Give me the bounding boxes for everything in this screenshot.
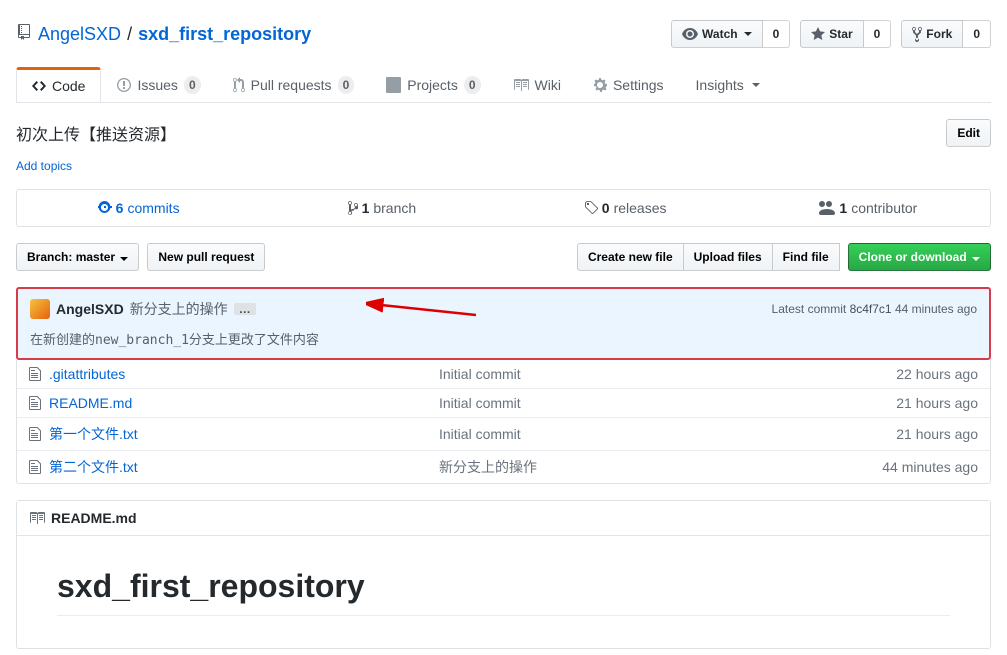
contributors-stat[interactable]: 1 contributor [747,190,990,226]
readme-heading: sxd_first_repository [57,568,950,616]
tab-issues[interactable]: Issues0 [101,68,216,102]
ellipsis-icon[interactable]: … [234,303,256,315]
new-pull-request-button[interactable]: New pull request [147,243,265,271]
readme-box: README.md sxd_first_repository [16,500,991,649]
file-link[interactable]: 第一个文件.txt [49,426,138,442]
readme-filename: README.md [51,510,137,526]
upload-files-button[interactable]: Upload files [683,243,773,271]
file-commit-msg[interactable]: 新分支上的操作 [439,457,882,477]
releases-stat[interactable]: 0 releases [504,190,747,226]
repo-description: 初次上传【推送资源】 [16,121,176,145]
repo-title: AngelSXD / sxd_first_repository [16,24,311,45]
file-list: .gitattributesInitial commit22 hours ago… [16,360,991,484]
file-commit-msg[interactable]: Initial commit [439,395,896,411]
book-icon [29,510,45,526]
fork-count[interactable]: 0 [963,20,991,48]
file-icon [29,395,49,411]
commit-description: 在新创建的new_branch_1分支上更改了文件内容 [30,329,977,348]
repo-nav: Code Issues0 Pull requests0 Projects0 Wi… [16,68,991,103]
file-age: 21 hours ago [896,426,978,442]
file-link[interactable]: README.md [49,395,132,411]
repo-icon [16,24,32,45]
star-group[interactable]: Star 0 [800,20,891,48]
repo-link[interactable]: sxd_first_repository [138,24,311,45]
commits-stat[interactable]: 6 commits [17,190,260,226]
create-file-button[interactable]: Create new file [577,243,684,271]
eye-icon [682,26,698,42]
file-row: README.md Initial commit21 hours ago [17,388,990,417]
tab-settings[interactable]: Settings [577,68,680,102]
branches-stat[interactable]: 1 branch [260,190,503,226]
edit-button[interactable]: Edit [946,119,991,147]
tab-insights[interactable]: Insights [680,68,776,102]
file-icon [29,459,49,475]
fork-group[interactable]: Fork 0 [901,20,991,48]
watch-count[interactable]: 0 [763,20,791,48]
commit-sha-link[interactable]: 8c4f7c1 [850,302,892,316]
file-age: 44 minutes ago [882,459,978,475]
commit-message-link[interactable]: 新分支上的操作 [130,299,228,319]
watch-group[interactable]: Watch 0 [671,20,790,48]
chevron-down-icon [972,257,980,261]
branch-select[interactable]: Branch: master [16,243,139,271]
stats-bar: 6 commits 1 branch 0 releases 1 contribu… [16,189,991,227]
tab-wiki[interactable]: Wiki [497,68,577,102]
chevron-down-icon [752,83,760,87]
file-row: 第一个文件.txt Initial commit21 hours ago [17,417,990,450]
file-age: 21 hours ago [896,395,978,411]
star-icon [811,26,825,42]
commit-meta: Latest commit 8c4f7c1 44 minutes ago [772,302,977,316]
tab-pulls[interactable]: Pull requests0 [217,68,371,102]
star-count[interactable]: 0 [864,20,892,48]
file-commit-msg[interactable]: Initial commit [439,426,896,442]
file-age: 22 hours ago [896,366,978,382]
file-commit-msg[interactable]: Initial commit [439,366,896,382]
chevron-down-icon [744,32,752,36]
file-row: 第二个文件.txt 新分支上的操作44 minutes ago [17,450,990,483]
file-row: .gitattributes Initial commit22 hours ago [17,360,990,388]
add-topics-link[interactable]: Add topics [16,159,72,189]
file-link[interactable]: 第二个文件.txt [49,459,138,475]
find-file-button[interactable]: Find file [772,243,840,271]
fork-icon [912,26,922,42]
chevron-down-icon [120,257,128,261]
tab-projects[interactable]: Projects0 [370,68,496,102]
file-icon [29,366,49,382]
commit-tease: AngelSXD 新分支上的操作 … Latest commit 8c4f7c1… [16,287,991,360]
commit-author-link[interactable]: AngelSXD [56,301,124,317]
clone-download-button[interactable]: Clone or download [848,243,991,271]
owner-link[interactable]: AngelSXD [38,24,121,45]
avatar [30,299,50,319]
file-icon [29,426,49,442]
file-link[interactable]: .gitattributes [49,366,125,382]
tab-code[interactable]: Code [16,67,101,102]
